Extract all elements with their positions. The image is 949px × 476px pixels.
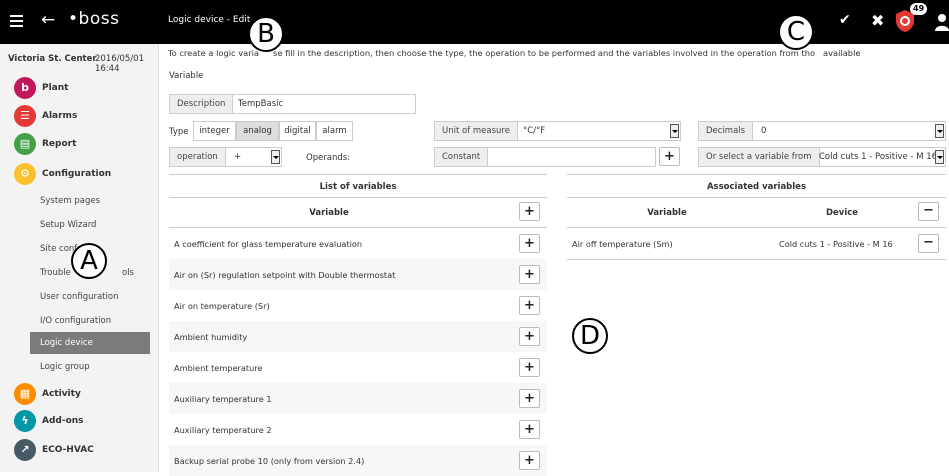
sidebar-item-activity[interactable]: ▦ Activity xyxy=(14,383,154,407)
sidebar-item-logic-group[interactable]: Logic group xyxy=(30,356,150,378)
add-variable-button[interactable]: + xyxy=(519,358,540,377)
eco-hvac-icon: ↗ xyxy=(14,439,36,461)
list-item: A coefficient for glass temperature eval… xyxy=(169,228,547,259)
back-icon[interactable]: ← xyxy=(41,9,55,31)
list-item: Ambient humidity + xyxy=(169,321,547,352)
sidebar-item-report[interactable]: ▤ Report xyxy=(14,133,154,157)
user-icon[interactable] xyxy=(935,13,949,31)
list-item: Backup serial probe 10 (only from versio… xyxy=(169,445,547,476)
decimals-select[interactable]: Decimals 0 xyxy=(698,121,946,141)
callout-d: D xyxy=(572,318,608,354)
divider xyxy=(169,174,547,175)
divider xyxy=(567,174,946,175)
sidebar-item-setup-wizard[interactable]: Setup Wizard xyxy=(30,214,150,236)
alarms-icon: ☰ xyxy=(14,105,36,127)
type-label: Type xyxy=(169,127,189,137)
description-value: TempBasic xyxy=(238,99,284,109)
sidebar-item-add-ons[interactable]: ϟ Add-ons xyxy=(14,410,154,434)
configuration-icon: ⚙ xyxy=(14,163,36,185)
site-datetime: 2016/05/01 16:44 xyxy=(95,54,144,74)
divider xyxy=(567,197,946,198)
plant-icon: b xyxy=(14,77,36,99)
add-all-variables-button[interactable]: + xyxy=(519,202,540,221)
chevron-down-icon xyxy=(935,124,944,138)
add-constant-button[interactable]: + xyxy=(659,147,680,166)
add-variable-button[interactable]: + xyxy=(519,327,540,346)
unit-of-measure-select[interactable]: Unit of measure °C/°F xyxy=(434,121,681,141)
list-item: Auxiliary temperature 1 + xyxy=(169,383,547,414)
remove-all-variables-button[interactable]: − xyxy=(918,202,939,221)
section-label-variable: Variable xyxy=(169,71,204,81)
app-logo: •boss xyxy=(68,9,120,29)
list-item: Air on temperature (Sr) + xyxy=(169,290,547,321)
add-ons-icon: ϟ xyxy=(14,410,36,432)
variable-source-select[interactable]: Or select a variable from Cold cuts 1 - … xyxy=(698,147,946,167)
callout-c: C xyxy=(778,14,814,50)
sidebar-item-user-configuration[interactable]: User configuration xyxy=(30,286,150,308)
close-icon[interactable]: ✖ xyxy=(871,11,884,30)
add-variable-button[interactable]: + xyxy=(519,265,540,284)
add-variable-button[interactable]: + xyxy=(519,296,540,315)
constant-field[interactable]: Constant xyxy=(434,147,656,167)
sidebar-item-eco-hvac[interactable]: ↗ ECO-HVAC xyxy=(14,439,154,463)
associated-variables-title: Associated variables xyxy=(706,182,807,192)
sidebar-item-configuration[interactable]: ⚙ Configuration xyxy=(14,163,154,187)
divider xyxy=(169,197,547,198)
report-icon: ▤ xyxy=(14,133,36,155)
chevron-down-icon xyxy=(670,124,679,138)
description-field[interactable]: Description TempBasic xyxy=(169,94,416,114)
menu-icon[interactable] xyxy=(10,15,23,27)
alarm-count-badge: 49 xyxy=(910,3,928,15)
add-variable-button[interactable]: + xyxy=(519,234,540,253)
column-header-variable: Variable xyxy=(647,208,687,218)
sidebar-header: Victoria St. Center 2016/05/01 16:44 xyxy=(0,44,159,74)
list-of-variables-title: List of variables xyxy=(319,182,397,192)
chevron-down-icon xyxy=(271,150,280,164)
column-header-device: Device xyxy=(825,208,859,218)
sidebar-item-plant[interactable]: b Plant xyxy=(14,77,154,101)
table-row: Air off temperature (Sm) Cold cuts 1 - P… xyxy=(567,228,946,259)
operands-label: Operands: xyxy=(306,153,351,163)
sidebar-item-alarms[interactable]: ☰ Alarms xyxy=(14,105,154,129)
activity-icon: ▦ xyxy=(14,383,36,405)
callout-a: A xyxy=(71,243,107,279)
list-item: Ambient temperature + xyxy=(169,352,547,383)
list-item: Air on (Sr) regulation setpoint with Dou… xyxy=(169,259,547,290)
list-item: Auxiliary temperature 2 + xyxy=(169,414,547,445)
sidebar-item-logic-device[interactable]: Logic device xyxy=(30,332,150,354)
site-name: Victoria St. Center xyxy=(8,54,97,64)
type-option-alarm[interactable]: alarm xyxy=(316,121,353,141)
page-title: Logic device - Edit xyxy=(168,15,251,25)
add-variable-button[interactable]: + xyxy=(519,451,540,470)
type-option-analog[interactable]: analog xyxy=(236,121,279,141)
callout-b: B xyxy=(248,16,284,52)
type-option-digital[interactable]: digital xyxy=(279,121,316,141)
column-header-variable: Variable xyxy=(309,208,349,218)
sidebar-item-system-pages[interactable]: System pages xyxy=(30,190,150,212)
sidebar-item-io-configuration[interactable]: I/O configuration xyxy=(30,310,150,332)
add-variable-button[interactable]: + xyxy=(519,389,540,408)
chevron-down-icon xyxy=(935,150,944,164)
check-icon[interactable]: ✔ xyxy=(839,12,851,28)
remove-variable-button[interactable]: − xyxy=(918,234,939,253)
operation-select[interactable]: operation + xyxy=(169,147,282,167)
add-variable-button[interactable]: + xyxy=(519,420,540,439)
divider xyxy=(567,259,946,260)
type-option-integer[interactable]: integer xyxy=(193,121,236,141)
